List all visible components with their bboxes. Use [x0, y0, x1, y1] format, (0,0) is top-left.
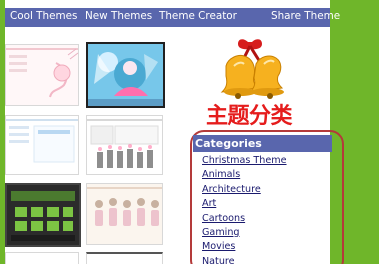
top-nav: Cool Themes New Themes Theme Creator Sha… [5, 8, 340, 27]
category-animals[interactable]: Animals [202, 168, 287, 182]
category-nature[interactable]: Nature [202, 255, 287, 264]
nav-theme-creator[interactable]: Theme Creator [159, 10, 237, 22]
theme-thumbnail[interactable] [5, 115, 79, 175]
category-architecture[interactable]: Architecture [202, 183, 287, 197]
theme-thumbnail[interactable] [5, 183, 81, 247]
theme-thumbnail[interactable] [86, 115, 163, 175]
category-cartoons[interactable]: Cartoons [202, 212, 287, 226]
category-art[interactable]: Art [202, 197, 287, 211]
theme-thumbnail[interactable] [86, 252, 163, 264]
categories-list: Christmas Theme Animals Architecture Art… [202, 154, 287, 264]
nav-share-theme[interactable]: Share Theme [271, 10, 340, 22]
categories-heading: Categories [193, 135, 332, 152]
theme-thumbnail[interactable] [5, 44, 79, 106]
theme-page: Cool Themes New Themes Theme Creator Sha… [0, 0, 379, 264]
theme-thumbnail[interactable] [5, 252, 79, 264]
theme-thumbnail[interactable] [86, 183, 163, 245]
category-banner-title: 主题分类 [206, 104, 293, 129]
category-movies[interactable]: Movies [202, 240, 287, 254]
nav-new-themes[interactable]: New Themes [85, 10, 152, 22]
category-christmas-theme[interactable]: Christmas Theme [202, 154, 287, 168]
nav-cool-themes[interactable]: Cool Themes [10, 10, 77, 22]
category-gaming[interactable]: Gaming [202, 226, 287, 240]
theme-thumbnail[interactable] [86, 42, 165, 108]
bells-icon [216, 36, 286, 100]
